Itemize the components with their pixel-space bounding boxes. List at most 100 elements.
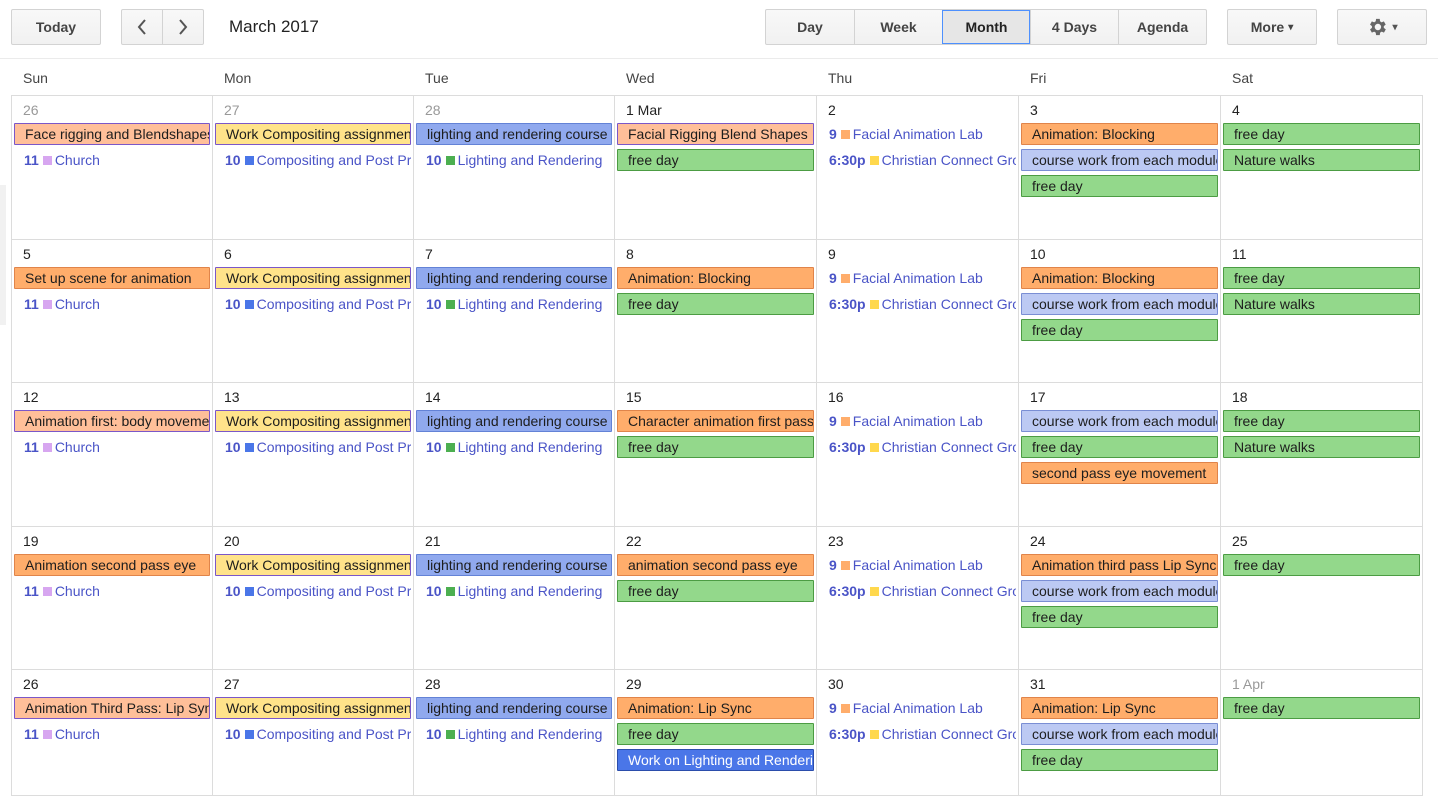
day-cell[interactable]: 28 lighting and rendering course 10 Lightin… (414, 670, 615, 796)
day-number[interactable]: 17 (1030, 389, 1046, 405)
day-cell[interactable]: 10 Animation: Blocking course work from ea… (1019, 240, 1221, 383)
prev-button[interactable] (121, 9, 163, 45)
timed-event[interactable]: 10 Compositing and Post Production (225, 581, 411, 601)
event-chip[interactable]: lighting and rendering course (416, 554, 612, 576)
event-chip[interactable]: free day (1021, 175, 1218, 197)
day-number[interactable]: 26 (23, 676, 39, 692)
event-chip[interactable]: free day (1223, 123, 1420, 145)
day-cell[interactable]: 7 lighting and rendering course 10 Lighting… (414, 240, 615, 383)
event-chip[interactable]: course work from each module (1021, 149, 1218, 171)
day-number[interactable]: 6 (224, 246, 232, 262)
day-cell[interactable]: 11 free day Nature walks (1221, 240, 1423, 383)
day-number[interactable]: 25 (1232, 533, 1248, 549)
timed-event[interactable]: 11 Church (24, 150, 210, 170)
day-cell[interactable]: 13 Work Compositing assignment 10 Compositi… (213, 383, 414, 527)
view-agenda-button[interactable]: Agenda (1118, 10, 1206, 44)
day-number[interactable]: 5 (23, 246, 31, 262)
timed-event[interactable]: 11 Church (24, 294, 210, 314)
event-chip[interactable]: Work on Lighting and Rendering (617, 749, 814, 771)
day-cell[interactable]: 1 Apr free day (1221, 670, 1423, 796)
event-chip[interactable]: Nature walks (1223, 436, 1420, 458)
timed-event[interactable]: 9 Facial Animation Lab (829, 698, 1016, 718)
day-number[interactable]: 11 (1232, 246, 1247, 262)
timed-event[interactable]: 6:30p Christian Connect Group (829, 724, 1016, 744)
day-number[interactable]: 21 (425, 533, 441, 549)
day-number[interactable]: 4 (1232, 102, 1240, 118)
day-number[interactable]: 7 (425, 246, 433, 262)
today-button[interactable]: Today (11, 9, 101, 45)
day-cell[interactable]: 26 Animation Third Pass: Lip Sync 11 Church (12, 670, 213, 796)
event-chip[interactable]: second pass eye movement (1021, 462, 1218, 484)
event-chip[interactable]: course work from each module (1021, 723, 1218, 745)
day-number[interactable]: 10 (1030, 246, 1046, 262)
timed-event[interactable]: 10 Compositing and Post Production (225, 724, 411, 744)
day-number[interactable]: 18 (1232, 389, 1248, 405)
day-cell[interactable]: 6 Work Compositing assignment 10 Compositin… (213, 240, 414, 383)
timed-event[interactable]: 11 Church (24, 437, 210, 457)
day-number[interactable]: 31 (1030, 676, 1046, 692)
day-cell[interactable]: 19 Animation second pass eye 11 Church (12, 527, 213, 670)
event-chip[interactable]: free day (1021, 319, 1218, 341)
event-chip[interactable]: Nature walks (1223, 293, 1420, 315)
day-cell[interactable]: 26 Face rigging and Blendshapes 11 Church (12, 96, 213, 240)
event-chip[interactable]: free day (617, 723, 814, 745)
event-chip[interactable]: lighting and rendering course (416, 697, 612, 719)
day-number[interactable]: 24 (1030, 533, 1046, 549)
day-number[interactable]: 23 (828, 533, 844, 549)
timed-event[interactable]: 6:30p Christian Connect Group (829, 437, 1016, 457)
event-chip[interactable]: Animation second pass eye (14, 554, 210, 576)
view-day-button[interactable]: Day (766, 10, 854, 44)
event-chip[interactable]: free day (1223, 267, 1420, 289)
event-chip[interactable]: Work Compositing assignment (215, 267, 411, 289)
next-button[interactable] (162, 9, 204, 45)
day-cell[interactable]: 2 9 Facial Animation Lab 6:30p Christian Con… (817, 96, 1019, 240)
event-chip[interactable]: free day (617, 293, 814, 315)
timed-event[interactable]: 10 Compositing and Post Production (225, 150, 411, 170)
timed-event[interactable]: 10 Compositing and Post Production (225, 294, 411, 314)
day-cell[interactable]: 8 Animation: Blocking free day (615, 240, 817, 383)
day-number[interactable]: 28 (425, 102, 441, 118)
day-number[interactable]: 27 (224, 102, 240, 118)
timed-event[interactable]: 10 Lighting and Rendering (426, 724, 612, 744)
day-cell[interactable]: 17 course work from each module free day se… (1019, 383, 1221, 527)
event-chip[interactable]: lighting and rendering course (416, 410, 612, 432)
event-chip[interactable]: Animation: Lip Sync (617, 697, 814, 719)
timed-event[interactable]: 10 Lighting and Rendering (426, 437, 612, 457)
day-number[interactable]: 8 (626, 246, 634, 262)
event-chip[interactable]: lighting and rendering course (416, 267, 612, 289)
event-chip[interactable]: Character animation first pass (617, 410, 814, 432)
day-number[interactable]: 28 (425, 676, 441, 692)
event-chip[interactable]: Animation: Lip Sync (1021, 697, 1218, 719)
event-chip[interactable]: free day (617, 436, 814, 458)
day-cell[interactable]: 4 free day Nature walks (1221, 96, 1423, 240)
event-chip[interactable]: Work Compositing assignment (215, 123, 411, 145)
timed-event[interactable]: 6:30p Christian Connect Group (829, 581, 1016, 601)
day-number[interactable]: 22 (626, 533, 642, 549)
day-number[interactable]: 30 (828, 676, 844, 692)
event-chip[interactable]: Nature walks (1223, 149, 1420, 171)
day-cell[interactable]: 24 Animation third pass Lip Sync course wo… (1019, 527, 1221, 670)
day-cell[interactable]: 28 lighting and rendering course 10 Lightin… (414, 96, 615, 240)
event-chip[interactable]: Set up scene for animation (14, 267, 210, 289)
more-button[interactable]: More ▾ (1227, 9, 1317, 45)
event-chip[interactable]: lighting and rendering course (416, 123, 612, 145)
day-cell[interactable]: 27 Work Compositing assignment 10 Compositi… (213, 670, 414, 796)
day-number[interactable]: 3 (1030, 102, 1038, 118)
day-number[interactable]: 1 Apr (1232, 676, 1265, 692)
event-chip[interactable]: Face rigging and Blendshapes (14, 123, 210, 145)
event-chip[interactable]: free day (1021, 606, 1218, 628)
day-cell[interactable]: 22 animation second pass eye free day (615, 527, 817, 670)
day-cell[interactable]: 30 9 Facial Animation Lab 6:30p Christian Co… (817, 670, 1019, 796)
day-cell[interactable]: 23 9 Facial Animation Lab 6:30p Christian Co… (817, 527, 1019, 670)
day-cell[interactable]: 3 Animation: Blocking course work from eac… (1019, 96, 1221, 240)
timed-event[interactable]: 11 Church (24, 581, 210, 601)
event-chip[interactable]: free day (617, 580, 814, 602)
timed-event[interactable]: 10 Lighting and Rendering (426, 150, 612, 170)
view-week-button[interactable]: Week (854, 10, 942, 44)
day-cell[interactable]: 25 free day (1221, 527, 1423, 670)
timed-event[interactable]: 10 Lighting and Rendering (426, 581, 612, 601)
timed-event[interactable]: 11 Church (24, 724, 210, 744)
event-chip[interactable]: free day (1223, 554, 1420, 576)
event-chip[interactable]: course work from each module (1021, 293, 1218, 315)
day-number[interactable]: 15 (626, 389, 642, 405)
